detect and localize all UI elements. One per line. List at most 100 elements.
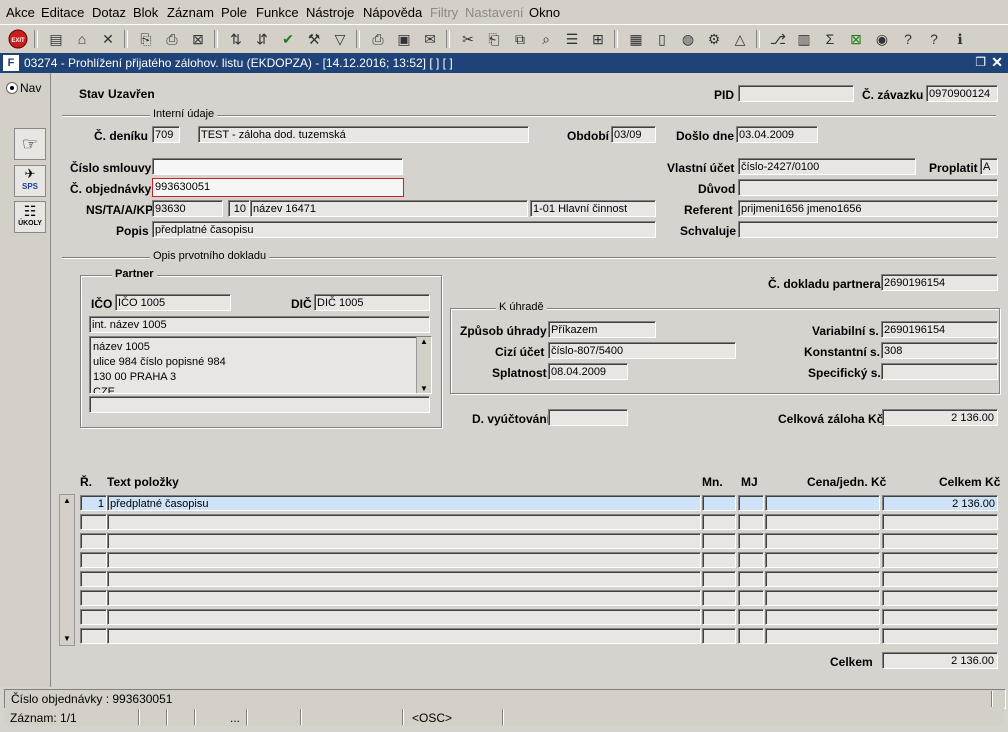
doslo-field[interactable]: 03.04.2009 bbox=[736, 126, 818, 143]
variabilni-field[interactable]: 2690196154 bbox=[881, 321, 998, 338]
print-icon[interactable]: ⎙ bbox=[368, 29, 388, 49]
table-row[interactable] bbox=[52, 513, 1006, 531]
cell-mn[interactable] bbox=[702, 628, 736, 644]
add-record-icon[interactable]: ▤ bbox=[46, 29, 66, 49]
pid-field[interactable] bbox=[738, 85, 854, 102]
cell-mj[interactable] bbox=[738, 628, 764, 644]
cell-cena[interactable] bbox=[765, 533, 880, 549]
cell-mn[interactable] bbox=[702, 514, 736, 530]
cell-text[interactable] bbox=[107, 571, 701, 587]
menu-item[interactable]: Nástroje bbox=[306, 5, 354, 20]
ns-field[interactable]: 93630 bbox=[152, 200, 223, 217]
cell-mj[interactable] bbox=[738, 495, 764, 511]
objednavky-field[interactable]: 993630051 bbox=[152, 178, 404, 197]
cell-text[interactable] bbox=[107, 609, 701, 625]
menu-item[interactable]: Nápověda bbox=[363, 5, 422, 20]
cell-mn[interactable] bbox=[702, 571, 736, 587]
copy-icon[interactable]: ⧉ bbox=[510, 29, 530, 49]
warning-icon[interactable]: △ bbox=[730, 29, 750, 49]
cell-celkem[interactable] bbox=[882, 552, 998, 568]
table-row[interactable] bbox=[52, 551, 1006, 569]
table-row[interactable] bbox=[52, 570, 1006, 588]
denik-text-field[interactable]: TEST - záloha dod. tuzemská bbox=[198, 126, 529, 143]
cell-r[interactable] bbox=[80, 628, 107, 644]
menu-item[interactable]: Funkce bbox=[256, 5, 299, 20]
scroll-down-icon[interactable]: ▼ bbox=[417, 384, 431, 393]
cell-cena[interactable] bbox=[765, 628, 880, 644]
cell-text[interactable] bbox=[107, 533, 701, 549]
document-icon[interactable]: ▦ bbox=[626, 29, 646, 49]
cell-r[interactable] bbox=[80, 609, 107, 625]
cell-cena[interactable] bbox=[765, 571, 880, 587]
address-area[interactable]: název 1005 ulice 984 číslo popisné 984 1… bbox=[89, 336, 432, 394]
cell-mn[interactable] bbox=[702, 609, 736, 625]
ukoly-button[interactable]: ☷ ÚKOLY bbox=[14, 201, 46, 233]
specificky-field[interactable] bbox=[881, 363, 998, 380]
cell-celkem[interactable] bbox=[882, 533, 998, 549]
a-field[interactable]: název 16471 bbox=[250, 200, 528, 217]
cancel-query-icon[interactable]: ⊠ bbox=[188, 29, 208, 49]
cell-r[interactable] bbox=[80, 590, 107, 606]
popis-field[interactable]: předplatné časopisu bbox=[152, 221, 656, 238]
info-icon[interactable]: ℹ bbox=[950, 29, 970, 49]
vyuctovani-field[interactable] bbox=[548, 409, 628, 426]
cell-text[interactable] bbox=[107, 514, 701, 530]
cell-mj[interactable] bbox=[738, 571, 764, 587]
cell-mj[interactable] bbox=[738, 514, 764, 530]
cell-cena[interactable] bbox=[765, 590, 880, 606]
wrench-icon[interactable]: ⚒ bbox=[304, 29, 324, 49]
menu-item[interactable]: Akce bbox=[6, 5, 35, 20]
delete-record-icon[interactable]: ✕ bbox=[98, 29, 118, 49]
doklad-field[interactable]: 2690196154 bbox=[881, 274, 998, 291]
tree-icon[interactable]: ⊞ bbox=[588, 29, 608, 49]
table-row[interactable] bbox=[52, 608, 1006, 626]
list-icon[interactable]: ☰ bbox=[562, 29, 582, 49]
attach-icon[interactable]: ⎇ bbox=[768, 29, 788, 49]
cell-mj[interactable] bbox=[738, 609, 764, 625]
konstantni-field[interactable]: 308 bbox=[881, 342, 998, 359]
sort-asc-icon[interactable]: ⇅ bbox=[226, 29, 246, 49]
kp-field[interactable]: 1-01 Hlavní činnost bbox=[530, 200, 656, 217]
cut-icon[interactable]: ✂ bbox=[458, 29, 478, 49]
table-row[interactable]: 1 předplatné časopisu 2 136.00 bbox=[52, 494, 1006, 512]
find-icon[interactable]: ⌕ bbox=[536, 29, 556, 49]
schvaluje-field[interactable] bbox=[738, 221, 998, 238]
menu-item[interactable]: Pole bbox=[221, 5, 247, 20]
cell-r[interactable]: 1 bbox=[80, 495, 107, 511]
menu-item[interactable]: Nastavení bbox=[465, 5, 524, 20]
cell-mj[interactable] bbox=[738, 590, 764, 606]
cell-r[interactable] bbox=[80, 552, 107, 568]
paste-icon[interactable]: ⎗ bbox=[484, 29, 504, 49]
cizi-field[interactable]: číslo-807/5400 bbox=[548, 342, 736, 359]
page-icon[interactable]: ▯ bbox=[652, 29, 672, 49]
filter-icon[interactable]: ▽ bbox=[330, 29, 350, 49]
sps-button[interactable]: ✈ SPS bbox=[14, 165, 46, 197]
save-record-icon[interactable]: ⌂ bbox=[72, 29, 92, 49]
cell-celkem[interactable] bbox=[882, 590, 998, 606]
cell-text[interactable]: předplatné časopisu bbox=[107, 495, 701, 511]
help-topic-icon[interactable]: ? bbox=[898, 29, 918, 49]
obdobi-field[interactable]: 03/09 bbox=[611, 126, 656, 143]
cell-r[interactable] bbox=[80, 533, 107, 549]
menu-item[interactable]: Dotaz bbox=[92, 5, 126, 20]
cell-mn[interactable] bbox=[702, 533, 736, 549]
total-field[interactable]: 2 136.00 bbox=[882, 652, 998, 669]
chart-icon[interactable]: ▥ bbox=[794, 29, 814, 49]
execute-query-icon[interactable]: ⎙ bbox=[162, 29, 182, 49]
denik-field[interactable]: 709 bbox=[152, 126, 180, 143]
query-icon[interactable]: ⎘ bbox=[136, 29, 156, 49]
zavazku-field[interactable]: 0970900124 bbox=[926, 85, 998, 102]
cell-celkem[interactable]: 2 136.00 bbox=[882, 495, 998, 511]
cell-cena[interactable] bbox=[765, 495, 880, 511]
cell-text[interactable] bbox=[107, 590, 701, 606]
print-preview-icon[interactable]: ▣ bbox=[394, 29, 414, 49]
hand-icon[interactable]: ☞ bbox=[14, 128, 46, 160]
smlouvy-field[interactable] bbox=[152, 158, 403, 175]
cell-mj[interactable] bbox=[738, 552, 764, 568]
table-row[interactable] bbox=[52, 589, 1006, 607]
menu-item[interactable]: Filtry bbox=[430, 5, 458, 20]
table-row[interactable] bbox=[52, 532, 1006, 550]
restore-icon[interactable]: ❐ bbox=[975, 55, 986, 69]
cell-cena[interactable] bbox=[765, 552, 880, 568]
sum-icon[interactable]: Σ bbox=[820, 29, 840, 49]
